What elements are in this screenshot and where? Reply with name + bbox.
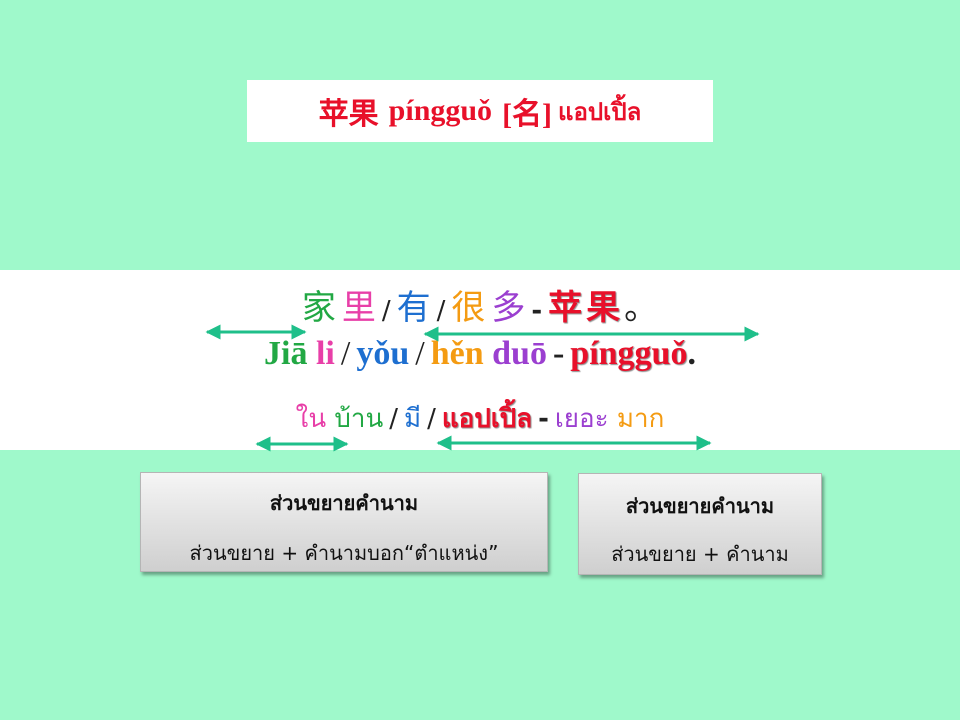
box-body: ส่วนขยาย + คำนาม xyxy=(611,542,789,566)
noun-modifier-box: ส่วนขยายคำนาม ส่วนขยาย + คำนาม xyxy=(578,473,822,575)
modifier-arrows xyxy=(205,324,760,452)
box-title: ส่วนขยายคำนาม xyxy=(625,494,775,518)
noun-modifier-location-box: ส่วนขยายคำนาม ส่วนขยาย + คำนามบอก“ตำแหน่… xyxy=(140,472,548,572)
box-body: ส่วนขยาย + คำนามบอก“ตำแหน่ง” xyxy=(189,541,499,565)
box-title: ส่วนขยายคำนาม xyxy=(269,491,419,515)
